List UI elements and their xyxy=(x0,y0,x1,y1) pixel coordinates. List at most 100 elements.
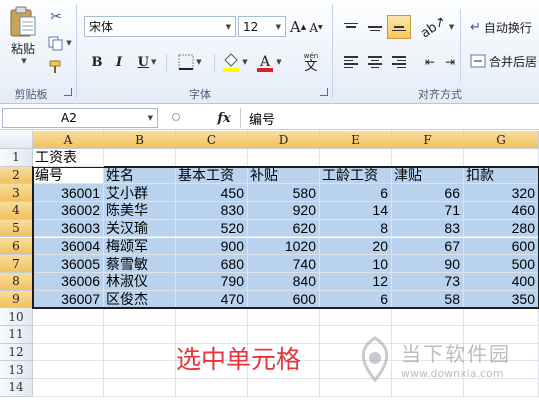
orientation-dropdown-icon[interactable]: ▼ xyxy=(449,23,454,31)
cell-f1[interactable] xyxy=(392,149,464,167)
cell-c1[interactable] xyxy=(176,149,248,167)
cell-d6[interactable]: 1020 xyxy=(248,237,320,256)
row-header-1[interactable]: 1 xyxy=(0,149,33,167)
underline-button[interactable]: U ▼ xyxy=(134,52,160,72)
align-center-button[interactable] xyxy=(364,52,386,72)
decrease-indent-button[interactable]: ⇤ xyxy=(420,52,440,72)
wrap-text-button[interactable]: ↵ 自动换行 xyxy=(470,16,539,38)
grow-font-button[interactable]: A ▲ xyxy=(289,16,307,37)
cell-a8[interactable]: 36006 xyxy=(33,272,104,291)
cell-d9[interactable]: 600 xyxy=(248,290,320,309)
cell-f6[interactable]: 67 xyxy=(392,237,464,256)
clipboard-launcher-icon[interactable] xyxy=(64,88,72,96)
cell-b5[interactable]: 关汉瑜 xyxy=(104,219,176,238)
row-header-8[interactable]: 8 xyxy=(0,272,33,291)
row-header-7[interactable]: 7 xyxy=(0,255,33,273)
cell-b9[interactable]: 区俊杰 xyxy=(104,290,176,309)
align-bottom-button[interactable] xyxy=(387,15,411,39)
cell-f5[interactable]: 83 xyxy=(392,219,464,238)
cell-f2[interactable]: 津贴 xyxy=(392,166,464,185)
cell-g7[interactable]: 500 xyxy=(464,255,539,273)
cell-g1[interactable] xyxy=(464,149,539,167)
fill-color-button[interactable]: ▼ xyxy=(220,50,250,74)
cell-f10[interactable] xyxy=(392,308,464,326)
cell-b1[interactable] xyxy=(104,149,176,167)
cell-a11[interactable] xyxy=(33,326,104,344)
row-header-12[interactable]: 12 xyxy=(0,343,33,362)
name-box[interactable]: A2 ▼ xyxy=(2,108,158,128)
copy-button[interactable]: ▼ xyxy=(46,34,74,52)
cell-a3[interactable]: 36001 xyxy=(33,184,104,203)
row-header-6[interactable]: 6 xyxy=(0,237,33,256)
cell-d8[interactable]: 840 xyxy=(248,272,320,291)
cell-f7[interactable]: 90 xyxy=(392,255,464,273)
font-size-dropdown-icon[interactable]: ▼ xyxy=(276,23,281,31)
cell-g2[interactable]: 扣款 xyxy=(464,166,539,185)
name-box-dropdown-icon[interactable]: ▼ xyxy=(148,114,153,122)
cell-e10[interactable] xyxy=(320,308,392,326)
increase-indent-button[interactable]: ⇥ xyxy=(440,52,460,72)
column-header-a[interactable]: A xyxy=(33,131,104,149)
cell-d10[interactable] xyxy=(248,308,320,326)
cell-d7[interactable]: 740 xyxy=(248,255,320,273)
cell-f8[interactable]: 73 xyxy=(392,272,464,291)
column-header-b[interactable]: B xyxy=(104,131,176,149)
row-header-11[interactable]: 11 xyxy=(0,326,33,344)
cell-g9[interactable]: 350 xyxy=(464,290,539,309)
merge-center-button[interactable]: 合并后居 xyxy=(470,50,539,72)
cell-b7[interactable]: 蔡雪敏 xyxy=(104,255,176,273)
cell-g8[interactable]: 400 xyxy=(464,272,539,291)
cell-c14[interactable] xyxy=(176,379,248,397)
row-header-9[interactable]: 9 xyxy=(0,290,33,309)
cell-b11[interactable] xyxy=(104,326,176,344)
cell-d2[interactable]: 补贴 xyxy=(248,166,320,185)
cell-d1[interactable] xyxy=(248,149,320,167)
cell-c4[interactable]: 830 xyxy=(176,202,248,220)
bold-button[interactable]: B xyxy=(88,52,106,72)
cell-b6[interactable]: 梅颂军 xyxy=(104,237,176,256)
align-right-button[interactable] xyxy=(388,52,410,72)
row-header-4[interactable]: 4 xyxy=(0,202,33,220)
fill-color-dropdown-icon[interactable]: ▼ xyxy=(242,58,247,66)
cell-c10[interactable] xyxy=(176,308,248,326)
column-header-f[interactable]: F xyxy=(392,131,464,149)
cell-f9[interactable]: 58 xyxy=(392,290,464,309)
cell-b8[interactable]: 林淑仪 xyxy=(104,272,176,291)
font-size-combo[interactable]: 12 ▼ xyxy=(238,16,286,37)
paste-dropdown-icon[interactable]: ▼ xyxy=(21,57,26,65)
cell-a10[interactable] xyxy=(33,308,104,326)
align-middle-button[interactable] xyxy=(364,16,386,38)
formula-bar-grip-icon[interactable] xyxy=(172,113,180,121)
borders-button[interactable]: ▼ xyxy=(172,52,208,72)
cell-g5[interactable]: 280 xyxy=(464,219,539,238)
copy-dropdown-icon[interactable]: ▼ xyxy=(66,39,71,47)
column-header-e[interactable]: E xyxy=(320,131,392,149)
cell-e5[interactable]: 8 xyxy=(320,219,392,238)
font-color-button[interactable]: A ▼ xyxy=(254,50,284,74)
cell-g6[interactable]: 600 xyxy=(464,237,539,256)
cell-b4[interactable]: 陈美华 xyxy=(104,202,176,220)
cell-a9[interactable]: 36007 xyxy=(33,290,104,309)
cell-b13[interactable] xyxy=(104,361,176,380)
cell-b2[interactable]: 姓名 xyxy=(104,166,176,185)
cell-c7[interactable]: 680 xyxy=(176,255,248,273)
cut-button[interactable]: ✂ xyxy=(46,8,66,26)
cell-e3[interactable]: 6 xyxy=(320,184,392,203)
cell-b3[interactable]: 艾小群 xyxy=(104,184,176,203)
cell-d3[interactable]: 580 xyxy=(248,184,320,203)
cell-a14[interactable] xyxy=(33,379,104,397)
cell-a5[interactable]: 36003 xyxy=(33,219,104,238)
font-name-combo[interactable]: 宋体 ▼ xyxy=(84,16,236,37)
column-header-d[interactable]: D xyxy=(248,131,320,149)
italic-button[interactable]: I xyxy=(110,52,128,72)
font-launcher-icon[interactable] xyxy=(320,88,328,96)
shrink-font-button[interactable]: A ▼ xyxy=(308,18,324,37)
borders-dropdown-icon[interactable]: ▼ xyxy=(196,58,201,66)
row-header-10[interactable]: 10 xyxy=(0,308,33,326)
paste-button[interactable]: 粘贴 ▼ xyxy=(6,4,40,66)
cell-a7[interactable]: 36005 xyxy=(33,255,104,273)
font-name-dropdown-icon[interactable]: ▼ xyxy=(226,23,231,31)
cell-d14[interactable] xyxy=(248,379,320,397)
cell-g3[interactable]: 320 xyxy=(464,184,539,203)
cell-f4[interactable]: 71 xyxy=(392,202,464,220)
